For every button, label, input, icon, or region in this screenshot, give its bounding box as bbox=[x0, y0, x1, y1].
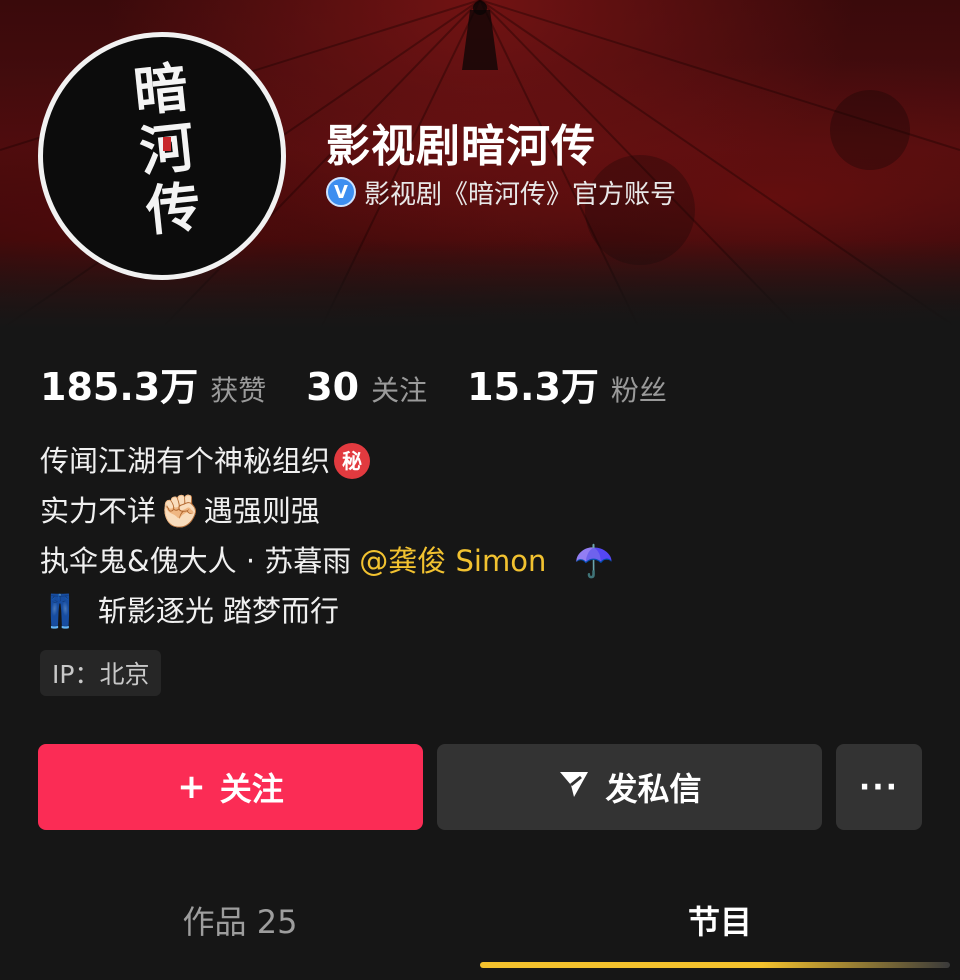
profile-bio: 传闻江湖有个神秘组织 秘 实力不详 ✊🏻 遇强则强 执伞鬼&傀大人 · 苏暮雨 … bbox=[40, 436, 614, 636]
secret-emoji-icon: 秘 bbox=[334, 443, 371, 479]
verification-row: V 影视剧《暗河传》官方账号 bbox=[326, 174, 676, 210]
bio-text: 斩影逐光 踏梦而行 bbox=[97, 594, 340, 628]
bio-line-2: 实力不详 ✊🏻 遇强则强 bbox=[40, 486, 614, 536]
stat-label: 粉丝 bbox=[610, 374, 667, 407]
tab-shows[interactable]: 节目 bbox=[480, 892, 960, 948]
jeans-emoji-icon: 👖 bbox=[40, 592, 80, 630]
message-button[interactable]: 发私信 bbox=[437, 744, 822, 830]
tab-works[interactable]: 作品 25 bbox=[0, 892, 480, 948]
ip-location-tag: IP：北京 bbox=[40, 650, 162, 696]
more-dots-icon: ··· bbox=[858, 769, 900, 805]
fist-emoji-icon: ✊🏻 bbox=[160, 492, 200, 530]
profile-name: 影视剧暗河传 bbox=[326, 121, 596, 172]
profile-stats: 185.3万 获赞 30 关注 15.3万 粉丝 bbox=[40, 356, 707, 409]
mention-link[interactable]: @龚俊 Simon bbox=[359, 536, 546, 586]
message-button-label: 发私信 bbox=[605, 770, 702, 808]
bio-line-4: 👖 斩影逐光 踏梦而行 bbox=[40, 586, 614, 636]
avatar-seal bbox=[163, 137, 171, 151]
bio-text: 实力不详 bbox=[40, 494, 157, 528]
bio-line-3: 执伞鬼&傀大人 · 苏暮雨 @龚俊 Simon ☂️ bbox=[40, 536, 614, 586]
plus-icon: + bbox=[177, 767, 206, 807]
stat-value: 15.3万 bbox=[467, 365, 599, 409]
stat-followers[interactable]: 15.3万 粉丝 bbox=[467, 356, 667, 411]
verified-description: 影视剧《暗河传》官方账号 bbox=[364, 179, 677, 210]
umbrella-emoji-icon: ☂️ bbox=[574, 542, 615, 580]
bio-line-1: 传闻江湖有个神秘组织 秘 bbox=[40, 436, 614, 486]
stat-value: 185.3万 bbox=[40, 365, 199, 409]
bio-text: 执伞鬼&傀大人 · 苏暮雨 bbox=[40, 544, 352, 578]
stat-likes[interactable]: 185.3万 获赞 bbox=[40, 356, 266, 411]
bio-text: 传闻江湖有个神秘组织 bbox=[40, 444, 331, 478]
stat-label: 获赞 bbox=[210, 374, 267, 407]
follow-button[interactable]: + 关注 bbox=[38, 744, 423, 830]
avatar[interactable]: 暗河传 bbox=[38, 32, 286, 280]
send-icon bbox=[557, 766, 591, 809]
stat-following[interactable]: 30 关注 bbox=[306, 365, 427, 409]
follow-button-label: 关注 bbox=[219, 770, 284, 808]
more-options-button[interactable]: ··· bbox=[836, 744, 922, 830]
stat-label: 关注 bbox=[371, 374, 428, 407]
stat-value: 30 bbox=[306, 365, 360, 409]
active-tab-indicator bbox=[480, 962, 950, 968]
verified-badge-icon: V bbox=[326, 177, 356, 207]
bio-text: 遇强则强 bbox=[203, 494, 320, 528]
